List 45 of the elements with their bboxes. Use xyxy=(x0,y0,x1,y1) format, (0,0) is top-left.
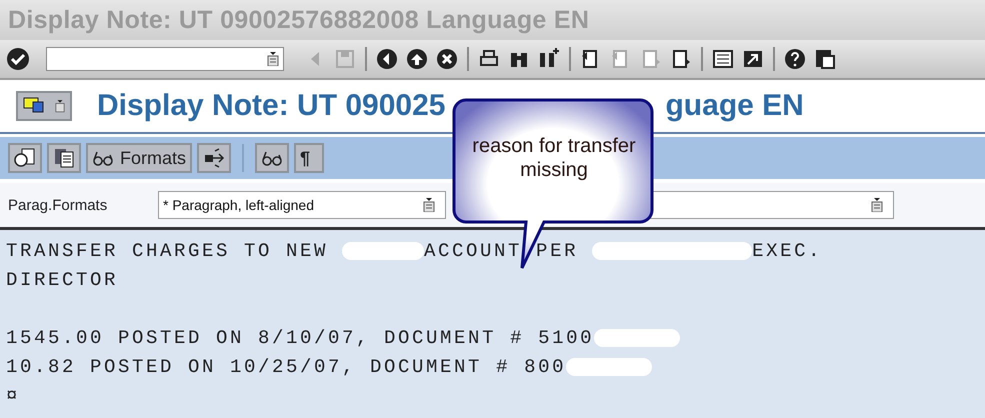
note-text: TRANSFER CHARGES TO NEW xyxy=(6,240,330,262)
new-window-icon xyxy=(712,48,734,70)
help-icon xyxy=(784,48,806,70)
toolbar-button[interactable] xyxy=(47,143,81,173)
export-icon xyxy=(203,147,226,169)
toolbar-button[interactable] xyxy=(8,143,42,173)
enter-check-icon[interactable] xyxy=(6,47,30,71)
layout-icon xyxy=(814,48,836,70)
toolbar-button[interactable] xyxy=(782,46,808,72)
window-title: Display Note: UT 09002576882008 Language EN xyxy=(8,6,590,34)
note-text: ¤ xyxy=(6,384,20,406)
back-circle-icon xyxy=(376,48,398,70)
command-field[interactable] xyxy=(46,47,284,71)
menu-button[interactable] xyxy=(16,91,72,121)
screen-title: guage EN xyxy=(665,89,804,123)
dropdown-icon xyxy=(423,198,435,212)
toolbar-button[interactable] xyxy=(197,143,232,173)
cancel-circle-icon xyxy=(436,48,458,70)
field-label: Parag.Formats xyxy=(8,196,108,214)
note-text: DIRECTOR xyxy=(6,268,118,290)
toolbar-button[interactable] xyxy=(374,46,400,72)
save-icon xyxy=(334,48,356,70)
note-text: EXEC. xyxy=(752,240,822,262)
callout-text: reason for transfer missing xyxy=(471,134,637,182)
shortcut-icon xyxy=(742,48,764,70)
toolbar-button[interactable] xyxy=(404,46,430,72)
dropdown-icon xyxy=(267,52,279,66)
copy-icon xyxy=(53,147,75,169)
up-circle-icon xyxy=(406,48,428,70)
page-icon xyxy=(670,48,692,70)
note-text: 1545.00 POSTED ON 8/10/07, DOCUMENT # 5100 xyxy=(6,326,594,348)
note-text: 10.82 POSTED ON 10/25/07, DOCUMENT # 800 xyxy=(6,356,566,378)
menu-icon xyxy=(23,97,45,115)
formats-button[interactable]: Formats xyxy=(86,143,192,173)
toolbar-button[interactable] xyxy=(434,46,460,72)
note-text: ACCOUNT PER xyxy=(424,240,580,262)
dropdown-icon xyxy=(55,99,65,113)
paragraph-format-dropdown[interactable]: * Paragraph, left-aligned xyxy=(158,191,446,219)
toolbar-button[interactable] xyxy=(255,143,290,173)
documents-icon xyxy=(14,147,36,169)
back-arrow-icon xyxy=(311,52,319,66)
paragraph-mark-button[interactable]: ¶ xyxy=(294,143,324,173)
screen-title: Display Note: UT 090025 xyxy=(97,89,446,123)
dropdown-icon xyxy=(871,198,883,212)
page-icon xyxy=(640,48,662,70)
